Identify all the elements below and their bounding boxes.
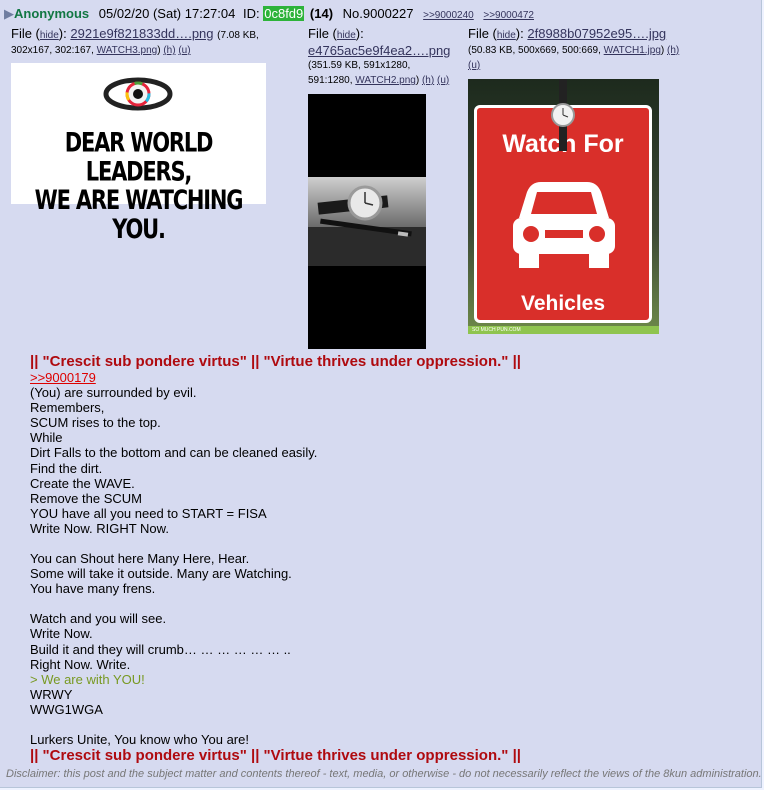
- file-label: File (: [11, 26, 40, 41]
- unix-link[interactable]: (u): [468, 60, 480, 71]
- original-filename-link[interactable]: WATCH2.png: [355, 75, 416, 86]
- wristwatch-icon: [551, 79, 575, 151]
- body-line: YOU have all you need to START = FISA: [30, 505, 267, 521]
- body-line: Find the dirt.: [30, 460, 103, 476]
- file-size: (351.59 KB, 591x1280,: [308, 60, 411, 71]
- file-dimensions: 302x167, 302:167,: [11, 45, 94, 56]
- body-line: (You) are surrounded by evil.: [30, 385, 197, 401]
- body-line: [30, 536, 750, 551]
- file-name-link[interactable]: 2f8988b07952e95….jpg: [527, 26, 666, 41]
- body-line: WWG1WGA: [30, 701, 103, 717]
- file-name-link[interactable]: 2921e9f821833dd….png: [70, 26, 213, 41]
- file-info-1: File (hide): 2921e9f821833dd….png (7.08 …: [11, 26, 259, 56]
- poster-name: Anonymous: [14, 6, 90, 21]
- body-line: WRWY: [30, 686, 73, 702]
- file-label-close: ):: [58, 26, 67, 41]
- body-line: You can Shout here Many Here, Hear.: [30, 551, 250, 567]
- body-line: Some will take it outside. Many are Watc…: [30, 566, 292, 582]
- body-line: Write Now.: [30, 626, 93, 642]
- post-date: 05/02/20 (Sat) 17:27:04: [98, 6, 236, 21]
- body-line: Remove the SCUM: [30, 490, 142, 506]
- image-credit: SO MUCH PUN.COM: [468, 326, 659, 334]
- body-line: Lurkers Unite, You know who You are!: [30, 731, 249, 747]
- disclaimer: Disclaimer: this post and the subject ma…: [6, 768, 762, 780]
- file-info-2: File (hide): e4765ac5e9f4ea2….png (351.5…: [308, 26, 468, 88]
- file-label-close: ):: [355, 26, 364, 41]
- post-menu-arrow-icon[interactable]: ▶: [4, 6, 14, 21]
- file-size: (50.83 KB, 500x669, 500:669,: [468, 45, 601, 56]
- poster-id[interactable]: 0c8fd9: [263, 6, 305, 21]
- thumbnail-image-1[interactable]: DEAR WORLD LEADERS, WE ARE WATCHING YOU.: [11, 63, 266, 243]
- hash-link[interactable]: (h): [422, 75, 434, 86]
- unix-link[interactable]: (u): [178, 45, 190, 56]
- body-line: Write Now. RIGHT Now.: [30, 520, 169, 536]
- watch-icon: [308, 185, 426, 266]
- id-label: ID:: [242, 6, 260, 21]
- file-dimensions: 591:1280,: [308, 75, 353, 86]
- thumbnail-image-3[interactable]: Watch For Vehicles SO MUCH PUN.COM: [468, 79, 659, 334]
- hash-link[interactable]: (h): [667, 45, 679, 56]
- original-filename-link[interactable]: WATCH1.jpg: [604, 45, 661, 56]
- unix-link[interactable]: (u): [437, 75, 449, 86]
- body-line: Create the WAVE.: [30, 475, 135, 491]
- heading-text: || "Crescit sub pondere virtus" || "Virt…: [30, 747, 521, 765]
- body-line: While: [30, 430, 63, 446]
- file-info-3: File (hide): 2f8988b07952e95….jpg (50.83…: [468, 26, 680, 71]
- hash-link[interactable]: (h): [163, 45, 175, 56]
- sign-text-bottom: Vehicles: [520, 292, 606, 315]
- body-line: [30, 717, 750, 732]
- thumbnail-1-caption: DEAR WORLD LEADERS, WE ARE WATCHING YOU.: [11, 127, 266, 244]
- post-container: ▶Anonymous 05/02/20 (Sat) 17:27:04 ID: 0…: [0, 0, 762, 788]
- post-number[interactable]: No.9000227: [343, 6, 414, 21]
- heading-text: || "Crescit sub pondere virtus" || "Virt…: [30, 353, 521, 370]
- hide-link[interactable]: hide: [337, 30, 356, 41]
- body-line: You have many frens.: [30, 581, 156, 597]
- post-count: (14): [309, 6, 334, 21]
- body-line: Right Now. Write.: [30, 656, 131, 672]
- file-size: (7.08 KB,: [217, 30, 259, 41]
- thumbnail-1-caption-line: DEAR WORLD LEADERS,: [64, 127, 214, 187]
- thumbnail-1-caption-line: WE ARE WATCHING YOU.: [34, 185, 244, 244]
- quote-link[interactable]: >>9000179: [30, 370, 96, 385]
- thumbnail-image-2[interactable]: [308, 94, 426, 349]
- post-header: ▶Anonymous 05/02/20 (Sat) 17:27:04 ID: 0…: [4, 6, 540, 22]
- body-line: Build it and they will crumb… … … … … … …: [30, 641, 291, 657]
- post-body: || "Crescit sub pondere virtus" || "Virt…: [30, 353, 750, 764]
- body-line: SCUM rises to the top.: [30, 415, 161, 431]
- original-filename-link[interactable]: WATCH3.png: [97, 45, 158, 56]
- watch-photo: [308, 177, 426, 266]
- body-line: Remembers,: [30, 400, 105, 416]
- file-label: File (: [468, 26, 497, 41]
- file-label-close: ):: [515, 26, 524, 41]
- file-label: File (: [308, 26, 337, 41]
- file-name-link[interactable]: e4765ac5e9f4ea2….png: [308, 43, 450, 58]
- hide-link[interactable]: hide: [40, 30, 59, 41]
- body-line: Watch and you will see.: [30, 611, 167, 627]
- backlink[interactable]: >>9000472: [483, 10, 534, 21]
- hide-link[interactable]: hide: [497, 30, 516, 41]
- greentext-line: > We are with YOU!: [30, 671, 145, 687]
- body-line: Dirt Falls to the bottom and can be clea…: [30, 445, 318, 461]
- body-line: [30, 596, 750, 611]
- car-icon: [513, 182, 615, 268]
- backlink[interactable]: >>9000240: [423, 10, 474, 21]
